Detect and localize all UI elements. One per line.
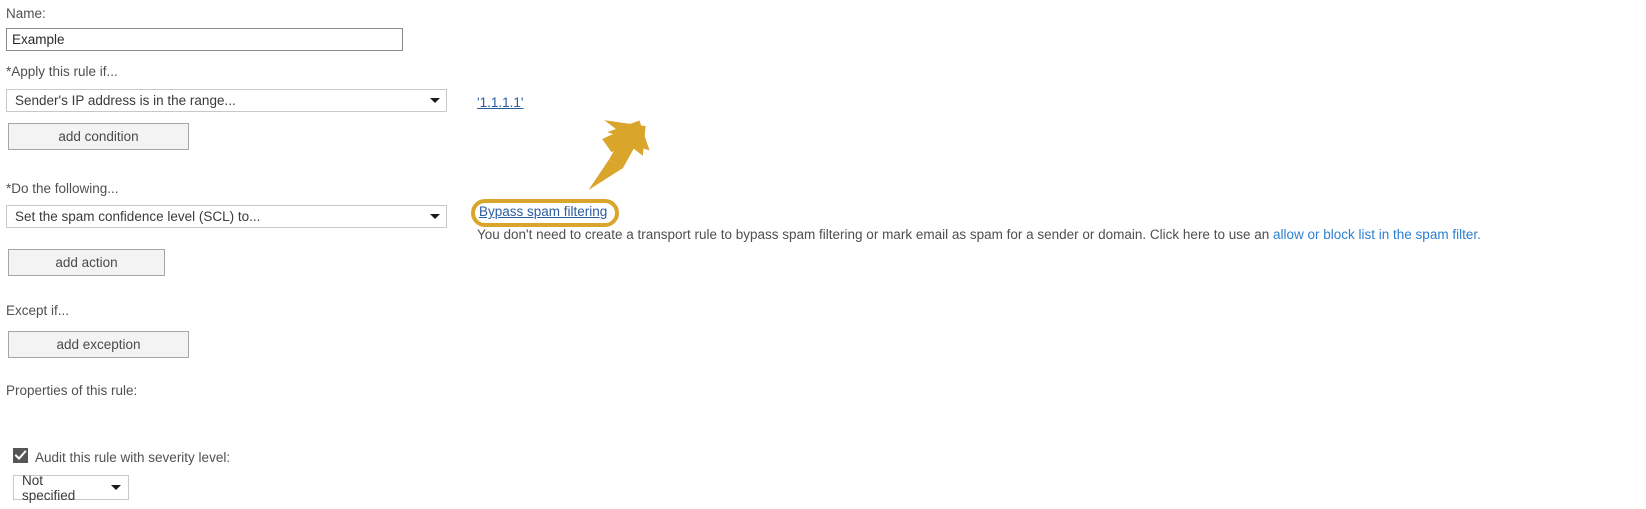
severity-level-select[interactable]: Not specified bbox=[13, 472, 129, 503]
spam-filter-helper-text-body: You don't need to create a transport rul… bbox=[477, 227, 1273, 242]
chevron-down-icon bbox=[111, 485, 121, 490]
except-if-label: Except if... bbox=[6, 303, 70, 318]
action-value-link[interactable]: Bypass spam filtering bbox=[479, 204, 607, 219]
audit-rule-checkbox-label: Audit this rule with severity level: bbox=[35, 450, 231, 465]
name-label: Name: bbox=[6, 6, 46, 21]
chevron-down-icon bbox=[430, 98, 440, 103]
check-mark-icon bbox=[14, 450, 27, 461]
chevron-down-icon bbox=[430, 214, 440, 219]
add-action-button[interactable]: add action bbox=[8, 249, 165, 276]
do-the-following-label: *Do the following... bbox=[6, 181, 119, 196]
checkbox-box bbox=[13, 448, 28, 463]
condition-select[interactable]: Sender's IP address is in the range... bbox=[6, 89, 447, 112]
apply-rule-if-label: *Apply this rule if... bbox=[6, 64, 118, 79]
audit-rule-checkbox[interactable] bbox=[13, 448, 28, 463]
action-select[interactable]: Set the spam confidence level (SCL) to..… bbox=[6, 205, 447, 228]
action-select-value: Set the spam confidence level (SCL) to..… bbox=[15, 209, 261, 224]
condition-value-link[interactable]: '1.1.1.1' bbox=[477, 95, 523, 110]
spam-filter-helper-text: You don't need to create a transport rul… bbox=[477, 226, 1481, 243]
name-input[interactable] bbox=[6, 28, 403, 51]
properties-label: Properties of this rule: bbox=[6, 383, 138, 398]
pointer-arrow-annotation bbox=[588, 120, 650, 190]
condition-select-value: Sender's IP address is in the range... bbox=[15, 93, 236, 108]
add-condition-button[interactable]: add condition bbox=[8, 123, 189, 150]
allow-block-list-link[interactable]: allow or block list in the spam filter. bbox=[1273, 227, 1481, 242]
add-exception-button[interactable]: add exception bbox=[8, 331, 189, 358]
severity-level-value: Not specified bbox=[22, 472, 76, 503]
